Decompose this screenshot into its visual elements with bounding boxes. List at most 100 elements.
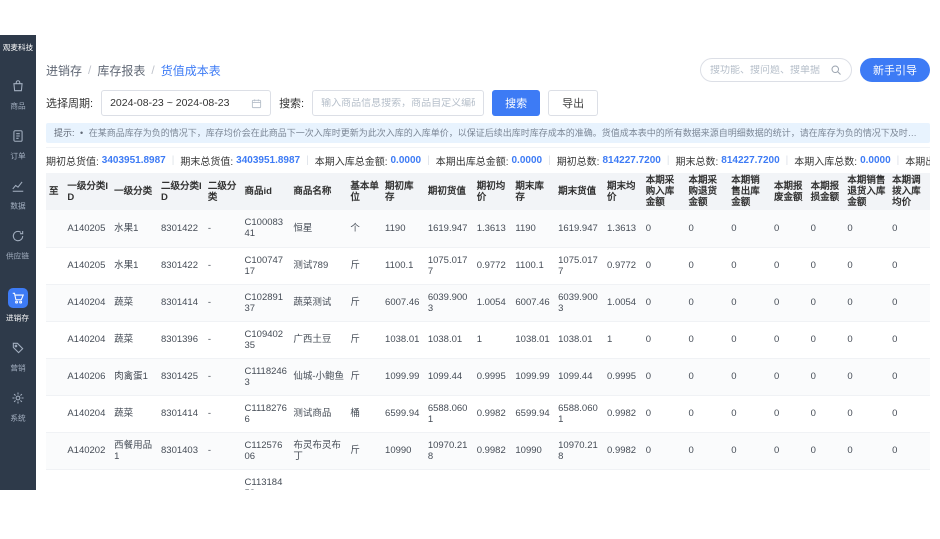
table-cell: 1099.44: [555, 358, 605, 396]
search-button[interactable]: 搜索: [492, 90, 541, 116]
column-header: 期初均价: [473, 173, 513, 210]
table-cell: 0: [728, 321, 771, 359]
table-cell: 1619.947: [424, 210, 474, 248]
summary-value: 814227.7200: [721, 155, 780, 166]
global-search[interactable]: [700, 58, 852, 82]
table-cell: C10289137: [241, 284, 291, 322]
sidebar-item-orders[interactable]: 订单: [0, 118, 36, 168]
table-cell: C11318458: [241, 469, 291, 490]
table-cell: 斤: [347, 358, 383, 396]
row-select-cell: [46, 432, 65, 470]
summary-separator: |: [896, 155, 900, 166]
filter-row: 选择周期: 2024-08-23 ~ 2024-08-23 搜索: 搜索 导出: [46, 89, 930, 117]
table-row[interactable]: A140205 水果1 8301422- C10008341 恒星个 1190 1619.9…: [46, 210, 930, 248]
table-cell: 6588.0601: [555, 395, 605, 433]
column-header: 一级分类: [111, 173, 159, 210]
table-cell: 0: [844, 321, 890, 359]
guide-button[interactable]: 新手引导: [860, 58, 930, 82]
table-cell: 0: [807, 210, 845, 248]
app-window: 观麦科技 商品 订单 数据 供应链 进销存 营销 系统 进销存 / 库存报表 /…: [0, 35, 940, 490]
summary-value: 814227.7200: [602, 155, 661, 166]
sidebar-item-system[interactable]: 系统: [0, 380, 36, 430]
table-row[interactable]: A140206 肉禽蛋1 8301425- C11182463 仙城-小鲍鱼斤 1099.…: [46, 358, 930, 396]
product-search-input[interactable]: [321, 97, 476, 109]
summary-item: 期初总数: 814227.7200: [557, 153, 661, 168]
table-row[interactable]: A140204 蔬菜 8301414- C10289137 蔬菜测试斤 6007.46 60…: [46, 284, 930, 322]
product-search[interactable]: [312, 90, 485, 116]
global-search-input[interactable]: [710, 64, 830, 76]
row-select-cell: [46, 284, 65, 322]
sidebar-item-data[interactable]: 数据: [0, 168, 36, 218]
table-cell: 0: [807, 432, 845, 470]
export-button[interactable]: 导出: [548, 90, 599, 116]
table-cell: 8301403: [158, 432, 205, 470]
table-cell: 0.9982: [604, 395, 643, 433]
select-all-header[interactable]: 至: [46, 173, 65, 210]
summary-bar: 期初总货值: 3403951.8987 | 期末总货值: 3403951.8987 …: [46, 147, 930, 173]
summary-label: 本期出库总数:: [905, 157, 930, 168]
table-cell: 0.9772: [604, 247, 643, 285]
table-cell: 0: [728, 395, 771, 433]
table-cell: 蔬菜: [111, 395, 159, 433]
column-header: 商品名称: [290, 173, 348, 210]
app-logo: 观麦科技: [2, 43, 34, 52]
summary-separator: |: [427, 155, 430, 166]
summary-item: 期末总数: 814227.7200: [675, 153, 779, 168]
table-cell: [290, 469, 348, 490]
table-row[interactable]: A140204 蔬菜 8301396- C10940235 广西土豆斤 1038.01 10…: [46, 321, 930, 359]
table-cell: 0.9982: [604, 432, 643, 470]
table-cell: 6007.46: [382, 284, 425, 322]
inventory-icon: [8, 288, 28, 308]
table-cell: 0: [807, 395, 845, 433]
table-row[interactable]: A140202 西餐用品1 8301403- C11257606 布灵布灵布丁斤 1099…: [46, 432, 930, 470]
summary-label: 本期入库总数:: [794, 157, 858, 168]
table-cell: 0: [642, 210, 686, 248]
summary-item: 本期入库总金额: 0.0000: [315, 153, 421, 168]
sidebar-item-marketing[interactable]: 营销: [0, 330, 36, 380]
table-cell: 蔬菜测试: [290, 284, 348, 322]
row-select-cell: [46, 247, 65, 285]
table-cell: -: [204, 395, 242, 433]
table-cell: 0: [771, 395, 808, 433]
table-cell: 0: [844, 210, 890, 248]
system-icon: [8, 388, 28, 408]
table-cell: 0: [844, 395, 890, 433]
date-range-picker[interactable]: 2024-08-23 ~ 2024-08-23: [101, 90, 272, 116]
sidebar-item-supply-chain[interactable]: 供应链: [0, 218, 36, 268]
table-cell: 0: [889, 284, 930, 322]
column-header: 期初货值: [424, 173, 474, 210]
column-header: 期末库存: [512, 173, 556, 210]
table-cell: 0: [642, 395, 686, 433]
table-row[interactable]: A140205 水果1 8301422- C10074717 测试789 斤 1100.1 1…: [46, 247, 930, 285]
table-cell: 8301422: [158, 247, 205, 285]
table-row[interactable]: C11318458: [46, 469, 930, 490]
table-cell: 0: [685, 432, 729, 470]
summary-item: 本期入库总数: 0.0000: [794, 153, 890, 168]
sidebar-item-goods[interactable]: 商品: [0, 68, 36, 118]
summary-item: 本期出库总金额: 0.0000: [436, 153, 542, 168]
sidebar-item-label: 数据: [10, 201, 26, 211]
table-row[interactable]: A140204 蔬菜 8301414- C11182766 测试商品桶 6599.94 65…: [46, 395, 930, 433]
summary-label: 期末总数:: [675, 157, 719, 168]
table-cell: [604, 469, 643, 490]
breadcrumb-item[interactable]: 进销存: [46, 62, 82, 79]
cost-table: 至一级分类ID 一级分类 二级分类ID 二级分类 商品id 商品名称 基本单位 期初库存 期初货…: [46, 173, 930, 490]
table-cell: 0: [807, 358, 845, 396]
table-body: A140205 水果1 8301422- C10008341 恒星个 1190 1619.9…: [46, 210, 930, 490]
summary-label: 期初总货值:: [46, 157, 99, 168]
table-cell: 1.0054: [473, 284, 513, 322]
sidebar-item-inventory[interactable]: 进销存: [0, 280, 36, 330]
table-cell: 0: [844, 358, 890, 396]
breadcrumb-item[interactable]: 库存报表: [97, 62, 145, 79]
table-cell: 10970.218: [555, 432, 605, 470]
table-cell: 0.9995: [473, 358, 513, 396]
table-cell: 8301396: [158, 321, 205, 359]
summary-separator: |: [785, 155, 789, 166]
table-cell: 1075.0177: [555, 247, 605, 285]
table-cell: 1.0054: [604, 284, 643, 322]
table-cell: 布灵布灵布丁: [290, 432, 348, 470]
table-cell: 1.3613: [604, 210, 643, 248]
table-cell: C10008341: [241, 210, 291, 248]
table-cell: [807, 469, 845, 490]
summary-label: 期初总数:: [556, 157, 600, 168]
